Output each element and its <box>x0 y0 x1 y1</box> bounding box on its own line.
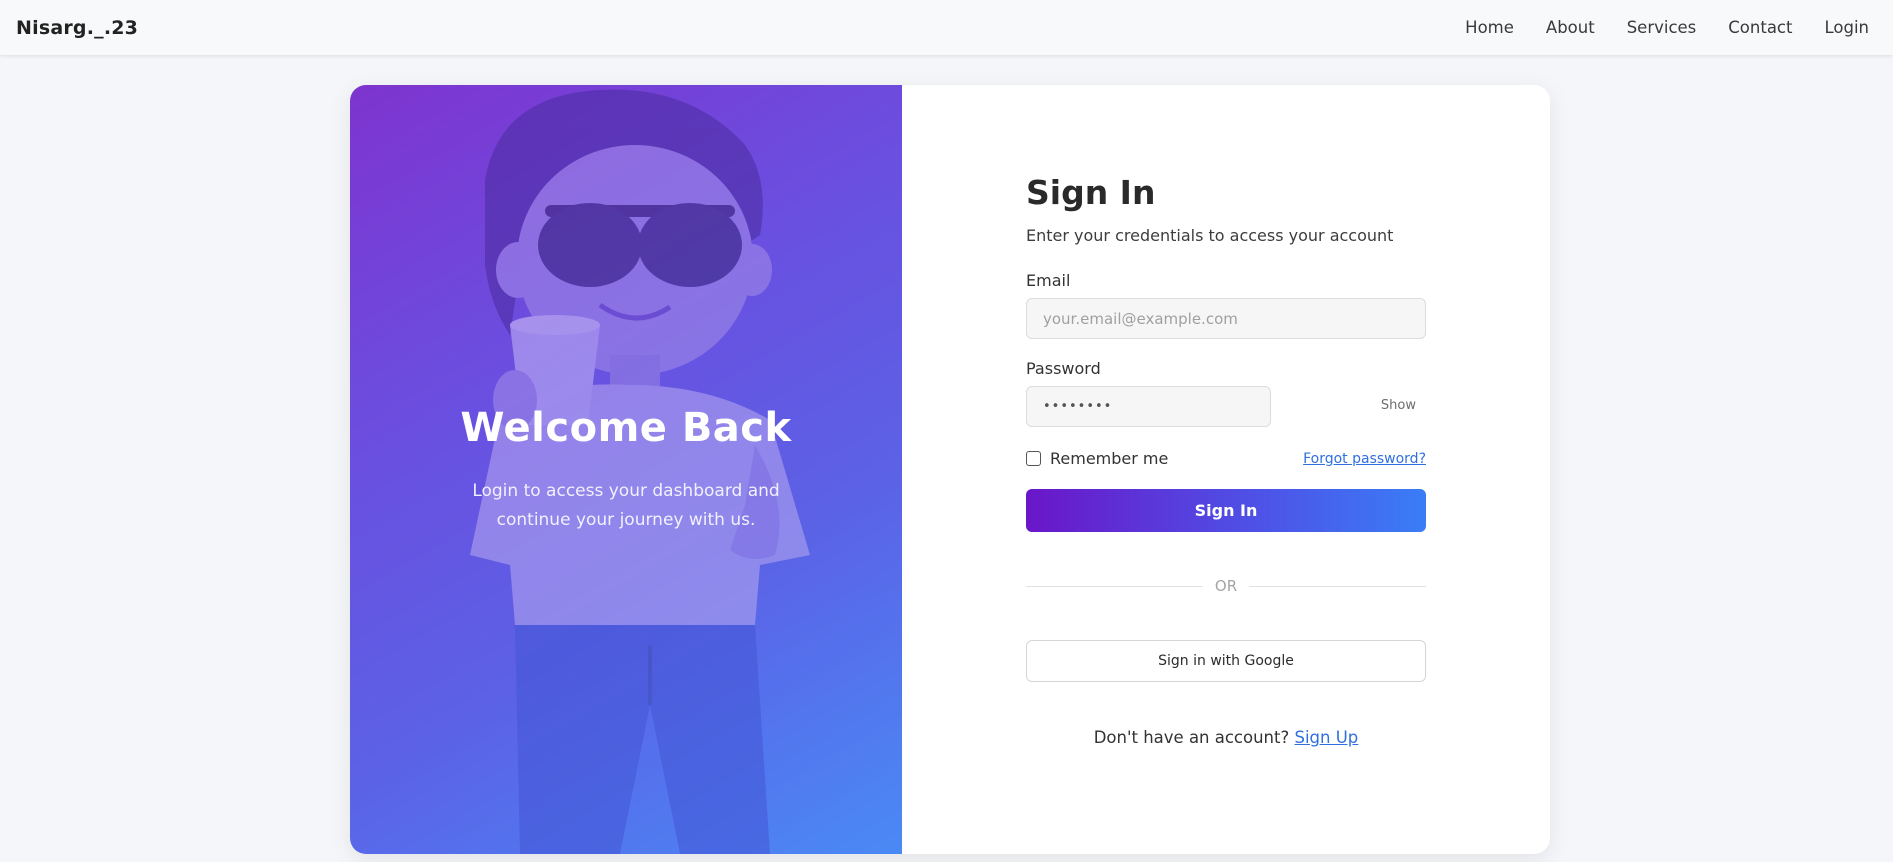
nav-link-services[interactable]: Services <box>1627 18 1697 37</box>
hero-text: Welcome Back Login to access your dashbo… <box>350 405 902 535</box>
email-field[interactable] <box>1026 298 1426 339</box>
divider-line-left <box>1026 585 1203 587</box>
form-subtitle: Enter your credentials to access your ac… <box>1026 226 1394 245</box>
signin-form: Sign In Enter your credentials to access… <box>1026 173 1427 747</box>
divider-text: OR <box>1214 577 1238 595</box>
nav-link-contact[interactable]: Contact <box>1728 18 1792 37</box>
sign-up-link[interactable]: Sign Up <box>1295 728 1359 747</box>
email-label: Email <box>1026 271 1071 290</box>
password-label: Password <box>1026 359 1101 378</box>
forgot-password-link[interactable]: Forgot password? <box>1303 451 1426 467</box>
nav-link-login[interactable]: Login <box>1824 18 1869 37</box>
nav-link-about[interactable]: About <box>1546 18 1595 37</box>
remember-me: Remember me <box>1026 449 1168 468</box>
remember-me-checkbox[interactable] <box>1026 451 1041 466</box>
nav-links: Home About Services Contact Login <box>1433 18 1869 37</box>
top-navbar: Nisarg._.23 Home About Services Contact … <box>0 0 1893 55</box>
divider-line-right <box>1249 585 1427 587</box>
form-title: Sign In <box>1026 173 1156 212</box>
or-divider: OR <box>1026 577 1427 595</box>
nav-link-home[interactable]: Home <box>1465 18 1514 37</box>
remember-me-label[interactable]: Remember me <box>1050 449 1168 468</box>
signup-prompt-row: Don't have an account? Sign Up <box>1026 728 1426 747</box>
password-field[interactable] <box>1026 386 1271 427</box>
hero-title: Welcome Back <box>460 405 792 451</box>
password-row: Show <box>1026 386 1426 427</box>
hero-panel: Welcome Back Login to access your dashbo… <box>350 85 902 854</box>
show-password-button[interactable]: Show <box>1381 398 1416 413</box>
hero-subtitle: Login to access your dashboard and conti… <box>472 481 780 530</box>
google-sign-in-button[interactable]: Sign in with Google <box>1026 640 1426 682</box>
sign-in-button[interactable]: Sign In <box>1026 489 1426 532</box>
signup-prompt-text: Don't have an account? <box>1093 728 1295 747</box>
form-options-row: Remember me Forgot password? <box>1026 449 1426 468</box>
form-panel: Sign In Enter your credentials to access… <box>902 85 1550 854</box>
brand-logo[interactable]: Nisarg._.23 <box>16 17 138 39</box>
login-card: Welcome Back Login to access your dashbo… <box>350 85 1550 854</box>
